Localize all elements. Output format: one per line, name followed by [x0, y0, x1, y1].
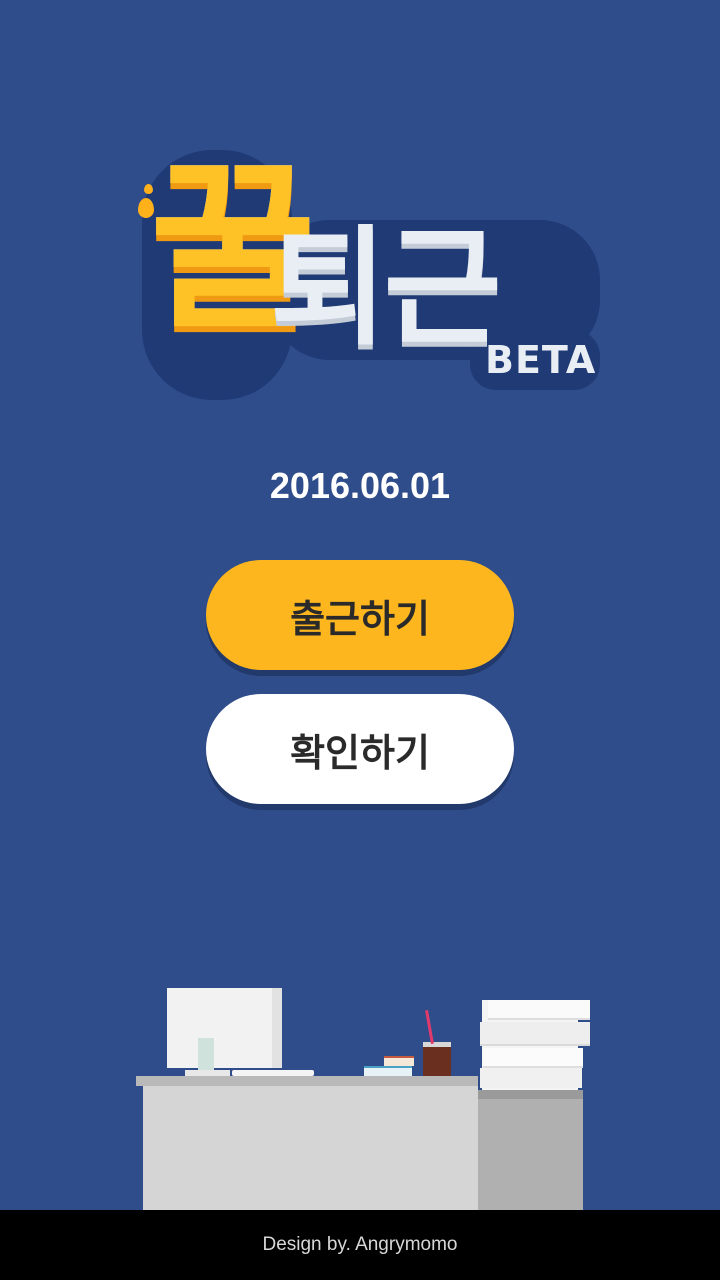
- footer-bar: Design by. Angrymomo: [0, 1210, 720, 1280]
- checkin-button[interactable]: 출근하기: [206, 560, 514, 670]
- main-screen: 꿀 퇴근 BETA 2016.06.01 출근하기 확인하기 Design by…: [0, 0, 720, 1280]
- desk-top: [136, 1076, 478, 1086]
- desk-body: [143, 1086, 478, 1210]
- monitor: [167, 988, 282, 1068]
- confirm-button[interactable]: 확인하기: [206, 694, 514, 804]
- book-stack: [384, 1056, 414, 1066]
- logo-title-text: 퇴근: [270, 214, 502, 363]
- designer-credit: Design by. Angrymomo: [262, 1234, 458, 1255]
- current-date: 2016.06.01: [269, 465, 451, 506]
- office-desk-illustration: [0, 960, 720, 1210]
- beta-badge: BETA: [485, 338, 597, 382]
- app-logo: 꿀 퇴근 BETA: [120, 140, 610, 410]
- desk-drawer: [478, 1090, 583, 1210]
